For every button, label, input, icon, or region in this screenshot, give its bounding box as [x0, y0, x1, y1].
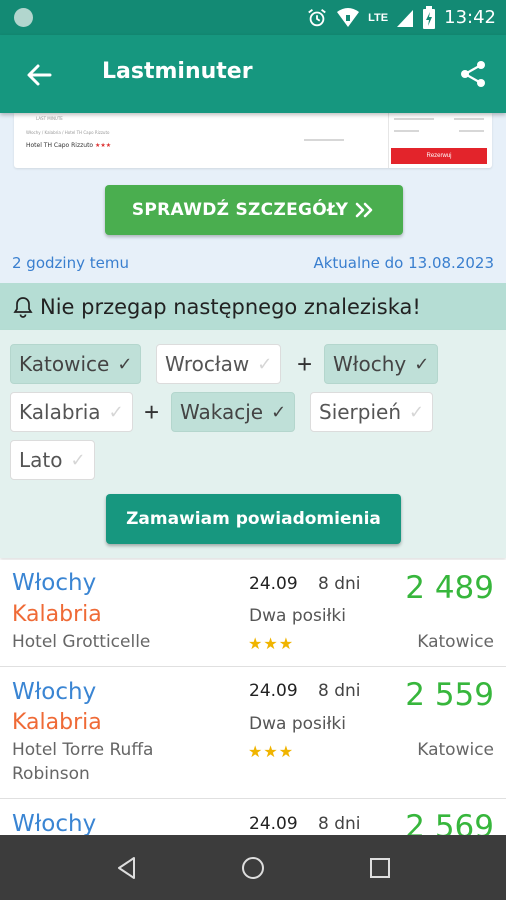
bell-icon	[13, 296, 33, 318]
plus-icon: +	[144, 397, 160, 427]
thumb-breadcrumb: Włochy / Kalabria / Hotel TH Capo Rizzut…	[26, 130, 110, 135]
thumb-brand: LAST MINUTE	[36, 116, 63, 121]
check-icon: ✓	[257, 353, 273, 375]
offer-nights: 8 dni	[318, 681, 361, 701]
check-icon: ✓	[271, 401, 287, 423]
order-notifications-button[interactable]: Zamawiam powiadomienia	[106, 494, 401, 544]
chip-wroclaw[interactable]: Wrocław ✓	[156, 344, 282, 384]
check-details-label: SPRAWDŹ SZCZEGÓŁY	[131, 200, 349, 220]
nav-back-icon[interactable]	[114, 855, 140, 881]
app-title: Lastminuter	[102, 59, 253, 84]
offer-hotel: Hotel Grotticelle	[12, 632, 151, 652]
chip-wakacje[interactable]: Wakacje ✓	[171, 392, 296, 432]
network-type-label: LTE	[368, 11, 389, 24]
thumb-hotel-title: Hotel TH Capo Rizzuto ★★★	[26, 142, 112, 149]
alarm-icon	[308, 8, 326, 26]
status-bar: LTE 13:42	[0, 0, 506, 35]
offer-region: Kalabria	[12, 710, 102, 735]
share-icon[interactable]	[458, 59, 488, 89]
chip-sierpien[interactable]: Sierpień ✓	[310, 392, 434, 432]
wifi-icon	[337, 7, 360, 27]
offer-row[interactable]: Włochy Kalabria Hotel Torre Ruffa Robins…	[0, 667, 506, 799]
offer-departure-city: Katowice	[417, 740, 494, 760]
chip-label: Wakacje	[180, 400, 264, 424]
offer-screenshot-thumbnail[interactable]: LAST MINUTE Włochy / Kalabria / Hotel TH…	[14, 113, 492, 168]
chip-label: Włochy	[333, 352, 407, 376]
notification-heading-text: Nie przegap następnego znaleziska!	[40, 294, 421, 319]
thumb-book-button: Rezerwuj	[391, 148, 487, 164]
chip-label: Wrocław	[165, 352, 250, 376]
double-chevron-right-icon	[355, 202, 373, 218]
chip-label: Lato	[19, 448, 63, 472]
offer-price: 2 489	[405, 570, 494, 606]
chip-label: Sierpień	[319, 400, 402, 424]
notification-dot-icon	[14, 8, 33, 27]
chip-katowice[interactable]: Katowice ✓	[10, 344, 142, 384]
chip-wlochy[interactable]: Włochy ✓	[324, 344, 439, 384]
back-arrow-icon[interactable]	[24, 60, 54, 90]
offer-region: Kalabria	[12, 602, 102, 627]
offer-stars: ★★★	[248, 742, 295, 761]
battery-charging-icon	[423, 5, 436, 29]
offer-date: 24.09	[249, 574, 298, 594]
offer-departure-city: Katowice	[417, 632, 494, 652]
offer-date: 24.09	[249, 681, 298, 701]
offer-date: 24.09	[249, 814, 298, 834]
app-bar: Lastminuter	[0, 35, 506, 113]
check-icon: ✓	[409, 401, 425, 423]
offer-preview: LAST MINUTE Włochy / Kalabria / Hotel TH…	[0, 113, 506, 283]
offer-hotel: Hotel Torre Ruffa Robinson	[12, 740, 154, 784]
offer-board: Dwa posiłki	[249, 714, 346, 734]
offer-nights: 8 dni	[318, 814, 361, 834]
signal-icon	[397, 9, 414, 27]
chip-lato[interactable]: Lato ✓	[10, 440, 95, 480]
clock: 13:42	[444, 7, 496, 28]
notification-heading: Nie przegap następnego znaleziska!	[0, 283, 506, 330]
nav-recents-icon[interactable]	[367, 855, 393, 881]
offer-price: 2 559	[405, 677, 494, 713]
offer-board: Dwa posiłki	[249, 606, 346, 626]
offer-country: Włochy	[12, 679, 97, 705]
check-icon: ✓	[414, 353, 430, 375]
check-details-button[interactable]: SPRAWDŹ SZCZEGÓŁY	[105, 185, 403, 235]
posted-time: 2 godziny temu	[12, 254, 129, 272]
system-navigation-bar	[0, 835, 506, 900]
nav-home-icon[interactable]	[240, 855, 266, 881]
chip-label: Katowice	[19, 352, 110, 376]
valid-until: Aktualne do 13.08.2023	[313, 254, 494, 272]
notification-filters: Katowice ✓ Wrocław ✓ + Włochy ✓ Kalabria ✓ +…	[0, 330, 506, 558]
check-icon: ✓	[70, 449, 86, 471]
status-icons: LTE 13:42	[306, 0, 496, 35]
check-icon: ✓	[108, 401, 124, 423]
offer-country: Włochy	[12, 570, 97, 596]
offer-row[interactable]: Włochy Kalabria Hotel Grotticelle 24.09 …	[0, 560, 506, 667]
offer-country: Włochy	[12, 811, 97, 837]
offer-stars: ★★★	[248, 634, 295, 653]
offer-nights: 8 dni	[318, 574, 361, 594]
check-icon: ✓	[117, 353, 133, 375]
chip-kalabria[interactable]: Kalabria ✓	[10, 392, 133, 432]
chip-label: Kalabria	[19, 400, 101, 424]
plus-icon: +	[297, 349, 313, 379]
